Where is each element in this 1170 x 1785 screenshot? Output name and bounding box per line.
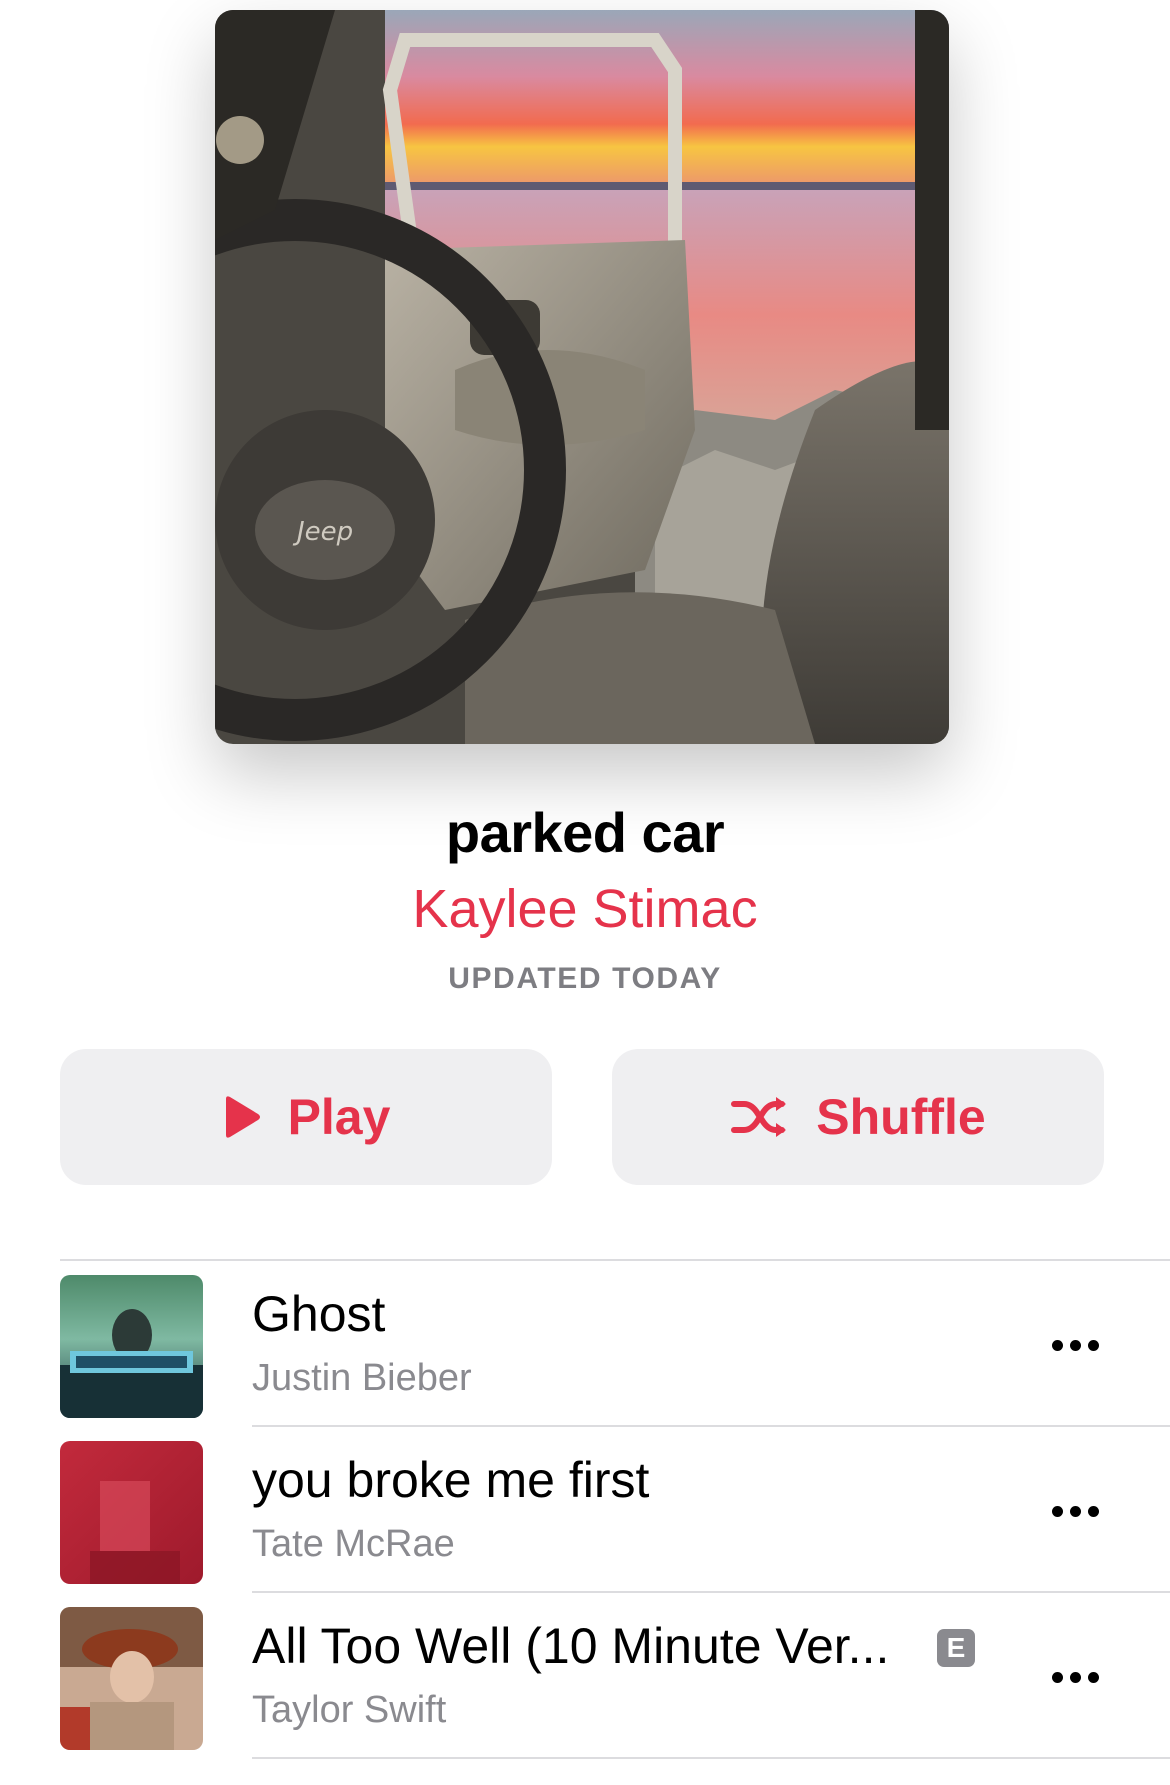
album-art-red-taylors-version (60, 1607, 203, 1750)
playlist-curator-link[interactable]: Kaylee Stimac (0, 878, 1170, 940)
list-top-divider (60, 1259, 1170, 1261)
svg-text:Jeep: Jeep (292, 517, 353, 547)
explicit-badge: E (937, 1629, 975, 1667)
row-divider (252, 1425, 1170, 1427)
row-divider (252, 1591, 1170, 1593)
more-options-icon[interactable] (1045, 1657, 1105, 1697)
playlist-title: parked car (445, 801, 725, 864)
track-title: Ghost (252, 1286, 386, 1342)
play-button[interactable]: Play (60, 1049, 552, 1185)
track-row-all-too-well[interactable]: All Too Well (10 Minute Ver... E Taylor … (0, 1597, 1170, 1763)
row-divider (252, 1757, 1170, 1759)
track-artist: Justin Bieber (252, 1357, 472, 1399)
playlist-updated-label: UPDATED TODAY (448, 962, 722, 995)
play-icon (222, 1095, 262, 1139)
play-button-label: Play (287, 1089, 391, 1145)
track-row-you-broke-me-first[interactable]: you broke me first Tate McRae (0, 1431, 1170, 1597)
track-title: All Too Well (10 Minute Ver... (252, 1618, 890, 1674)
track-row-ghost[interactable]: Ghost Justin Bieber (0, 1265, 1170, 1431)
album-art-you-broke-me-first (60, 1441, 203, 1584)
track-title: you broke me first (252, 1452, 650, 1508)
track-artist: Taylor Swift (252, 1689, 447, 1731)
shuffle-icon (730, 1094, 790, 1140)
more-options-icon[interactable] (1045, 1325, 1105, 1365)
track-artist: Tate McRae (252, 1523, 455, 1565)
playlist-artwork: Jeep (215, 10, 949, 744)
shuffle-button[interactable]: Shuffle (612, 1049, 1104, 1185)
more-options-icon[interactable] (1045, 1491, 1105, 1531)
shuffle-button-label: Shuffle (816, 1089, 986, 1145)
album-art-justice (60, 1275, 203, 1418)
